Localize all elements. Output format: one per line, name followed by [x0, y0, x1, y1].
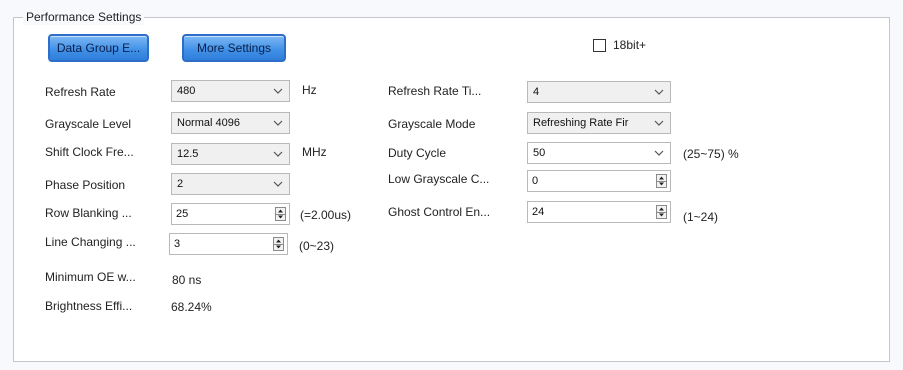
- refresh-rate-select[interactable]: 480: [171, 80, 290, 102]
- duty-cycle-label: Duty Cycle: [388, 146, 447, 160]
- minimum-oe-label: Minimum OE w...: [45, 270, 136, 284]
- chevron-down-icon: [654, 150, 664, 156]
- line-changing-value: 3: [174, 238, 181, 250]
- chevron-down-icon: [273, 88, 283, 94]
- grayscale-mode-select[interactable]: Refreshing Rate Fir: [527, 112, 671, 134]
- shift-clock-unit: MHz: [302, 145, 327, 159]
- ghost-control-note: (1~24): [683, 210, 719, 224]
- ghost-control-value: 24: [532, 206, 545, 218]
- ghost-control-spinbox[interactable]: 24: [527, 201, 671, 223]
- chevron-down-icon: [273, 181, 283, 187]
- grayscale-level-label: Grayscale Level: [45, 117, 132, 131]
- spin-buttons-icon[interactable]: [275, 207, 286, 221]
- chevron-down-icon: [273, 151, 283, 157]
- refresh-rate-value: 480: [177, 85, 196, 97]
- performance-settings-group: [13, 17, 890, 362]
- low-grayscale-label: Low Grayscale C...: [388, 172, 490, 186]
- more-settings-button[interactable]: More Settings: [182, 34, 286, 62]
- minimum-oe-value: 80 ns: [172, 273, 202, 287]
- phase-position-select[interactable]: 2: [171, 173, 290, 195]
- low-grayscale-spinbox[interactable]: 0: [527, 170, 671, 192]
- refresh-rate-unit: Hz: [302, 83, 317, 97]
- row-blanking-value: 25: [176, 208, 189, 220]
- duty-cycle-value: 50: [533, 147, 546, 159]
- shift-clock-select[interactable]: 12.5: [171, 143, 290, 165]
- grayscale-level-select[interactable]: Normal 4096: [171, 112, 290, 134]
- row-blanking-spinbox[interactable]: 25: [171, 203, 290, 225]
- grayscale-mode-value: Refreshing Rate Fir: [533, 117, 629, 129]
- shift-clock-value: 12.5: [177, 148, 199, 160]
- spin-buttons-icon[interactable]: [656, 174, 667, 188]
- refresh-rate-times-label: Refresh Rate Ti...: [388, 84, 482, 98]
- refresh-rate-times-select[interactable]: 4: [527, 81, 671, 103]
- line-changing-label: Line Changing ...: [45, 235, 136, 249]
- phase-position-value: 2: [177, 178, 184, 190]
- data-group-button[interactable]: Data Group E...: [48, 34, 149, 62]
- duty-cycle-select[interactable]: 50: [527, 142, 671, 164]
- phase-position-label: Phase Position: [45, 178, 126, 192]
- brightness-efficiency-value: 68.24%: [171, 300, 212, 314]
- grayscale-level-value: Normal 4096: [177, 117, 240, 129]
- grayscale-mode-label: Grayscale Mode: [388, 117, 476, 131]
- spin-buttons-icon[interactable]: [656, 205, 667, 219]
- chevron-down-icon: [654, 120, 664, 126]
- refresh-rate-label: Refresh Rate: [45, 85, 116, 99]
- line-changing-spinbox[interactable]: 3: [169, 233, 288, 255]
- shift-clock-label: Shift Clock Fre...: [45, 145, 134, 159]
- 18bit-label: 18bit+: [613, 38, 647, 52]
- refresh-rate-times-value: 4: [533, 86, 540, 98]
- chevron-down-icon: [273, 120, 283, 126]
- row-blanking-label: Row Blanking ...: [45, 206, 132, 220]
- low-grayscale-value: 0: [532, 175, 539, 187]
- spin-buttons-icon[interactable]: [273, 237, 284, 251]
- ghost-control-label: Ghost Control En...: [388, 205, 491, 219]
- line-changing-note: (0~23): [299, 239, 335, 253]
- group-title: Performance Settings: [23, 9, 145, 25]
- brightness-efficiency-label: Brightness Effi...: [45, 299, 133, 313]
- duty-cycle-note: (25~75) %: [683, 147, 739, 161]
- row-blanking-note: (=2.00us): [300, 208, 352, 222]
- chevron-down-icon: [654, 89, 664, 95]
- 18bit-checkbox[interactable]: [593, 39, 606, 52]
